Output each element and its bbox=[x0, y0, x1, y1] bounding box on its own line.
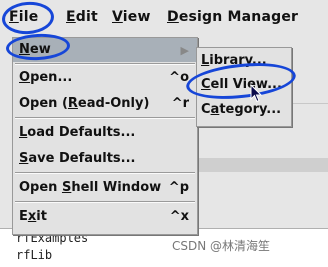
save-defaults-mnemonic: S bbox=[19, 151, 29, 166]
new-submenu: Library... Cell View... Category... bbox=[196, 47, 292, 127]
menu-separator bbox=[15, 63, 195, 65]
open-mnemonic: O bbox=[19, 70, 31, 85]
submenu-arrow-icon: ▶ bbox=[180, 44, 189, 57]
submenu-library[interactable]: Library... bbox=[197, 50, 291, 72]
mouse-cursor-icon bbox=[250, 84, 263, 103]
open-read-only-accelerator: ^r bbox=[171, 96, 189, 111]
submenu-category[interactable]: Category... bbox=[197, 99, 291, 121]
open-accelerator: ^o bbox=[169, 70, 189, 85]
menu-edit-mnemonic: E bbox=[66, 9, 76, 25]
background-list-item[interactable]: rfLib bbox=[16, 248, 52, 262]
file-menu-load-defaults[interactable]: Load Defaults... bbox=[13, 121, 197, 145]
exit-prefix: E bbox=[19, 209, 28, 224]
save-defaults-label: ave Defaults... bbox=[28, 151, 136, 166]
cell-view-label: ell View... bbox=[210, 77, 282, 92]
category-prefix: C bbox=[201, 102, 211, 117]
open-label: pen... bbox=[30, 70, 73, 85]
open-shell-accelerator: ^p bbox=[168, 180, 189, 195]
file-menu-open-read-only[interactable]: Open (Read-Only) ^r bbox=[13, 92, 197, 116]
menu-edit-label: dit bbox=[75, 9, 98, 25]
exit-accelerator: ^x bbox=[169, 209, 189, 224]
menu-edit[interactable]: Edit bbox=[66, 9, 98, 25]
category-mnemonic: a bbox=[210, 102, 220, 117]
file-menu-open-shell-window[interactable]: Open Shell Window ^p bbox=[13, 176, 197, 200]
open-shell-label: hell Window bbox=[71, 180, 162, 195]
load-defaults-label: oad Defaults... bbox=[27, 125, 136, 140]
exit-label: it bbox=[36, 209, 47, 224]
file-menu-exit[interactable]: Exit ^x bbox=[13, 205, 197, 229]
menu-separator bbox=[15, 201, 195, 203]
menu-view-label: iew bbox=[122, 9, 151, 25]
open-read-only-prefix: Open ( bbox=[19, 96, 68, 111]
open-read-only-label: ead-Only) bbox=[77, 96, 150, 111]
menu-file-label: ile bbox=[18, 9, 39, 25]
menu-separator bbox=[15, 117, 195, 119]
menu-view-mnemonic: V bbox=[112, 9, 123, 25]
submenu-cell-view[interactable]: Cell View... bbox=[197, 74, 291, 96]
library-label: ibrary... bbox=[209, 53, 267, 68]
menu-design-manager[interactable]: Design Manager bbox=[167, 9, 298, 25]
menu-design-manager-label: esign Manager bbox=[178, 9, 299, 25]
category-label: tegory... bbox=[219, 102, 282, 117]
menu-file[interactable]: File bbox=[9, 9, 38, 25]
menu-bar: File Edit View Design Manager bbox=[0, 0, 328, 38]
file-menu-open[interactable]: Open... ^o bbox=[13, 66, 197, 90]
menu-separator bbox=[15, 172, 195, 174]
file-menu-new[interactable]: New ▶ bbox=[13, 38, 197, 62]
file-menu-save-defaults[interactable]: Save Defaults... bbox=[13, 147, 197, 171]
new-mnemonic: N bbox=[19, 42, 30, 57]
open-shell-prefix: Open bbox=[19, 180, 62, 195]
file-menu: New ▶ Open... ^o Open (Read-Only) ^r Loa… bbox=[12, 37, 198, 235]
menu-design-manager-mnemonic: D bbox=[167, 9, 179, 25]
new-label: ew bbox=[29, 42, 51, 57]
menu-view[interactable]: View bbox=[112, 9, 151, 25]
open-read-only-mnemonic: R bbox=[67, 96, 78, 111]
watermark-text: CSDN @林清海笙 bbox=[172, 239, 271, 253]
cell-view-mnemonic: C bbox=[201, 77, 211, 92]
open-shell-mnemonic: S bbox=[61, 180, 72, 195]
background-panel-bar bbox=[196, 158, 328, 172]
menu-file-mnemonic: F bbox=[9, 9, 19, 25]
